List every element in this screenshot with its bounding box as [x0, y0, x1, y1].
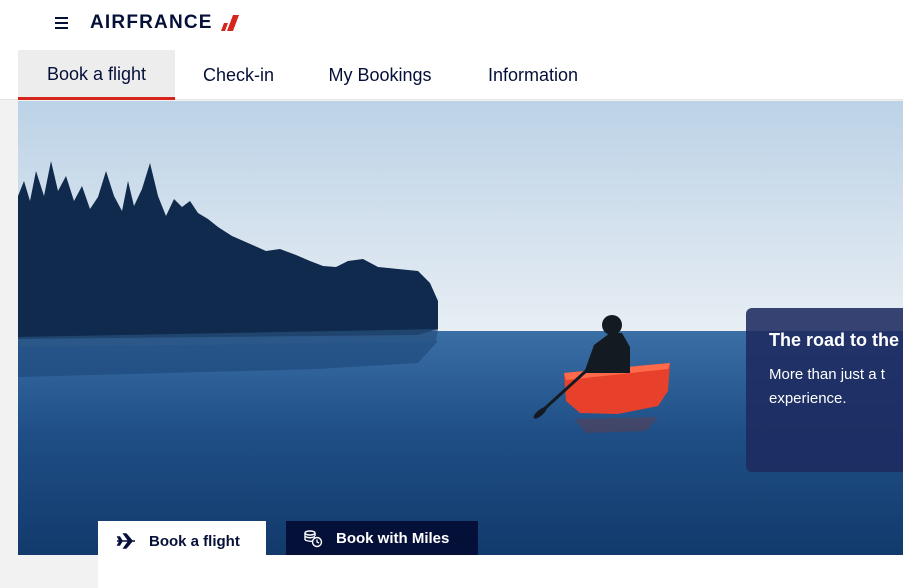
airplane-icon [116, 531, 136, 551]
promo-text-line2: experience. [769, 390, 847, 407]
tab-check-in[interactable]: Check-in [185, 50, 292, 100]
promo-description: More than just a t experience. [769, 363, 903, 411]
page: AIRFRANCE Book a flight Check-in My Book… [0, 0, 903, 588]
main-nav: Book a flight Check-in My Bookings Infor… [0, 50, 903, 100]
site-header: AIRFRANCE [0, 0, 903, 50]
promo-title: The road to the [769, 330, 899, 350]
booking-tab-book-with-miles[interactable]: Book with Miles [286, 521, 478, 555]
tab-book-a-flight[interactable]: Book a flight [18, 50, 175, 100]
tab-my-bookings[interactable]: My Bookings [316, 50, 444, 100]
logo-stripe-icon [220, 15, 239, 31]
booking-tab-label: Book a flight [149, 532, 240, 550]
logo-wordmark: AIRFRANCE [90, 12, 213, 33]
promo-text-line1: More than just a t [769, 366, 885, 383]
tab-information[interactable]: Information [470, 50, 596, 100]
booking-tab-label: Book with Miles [336, 529, 450, 547]
promo-card[interactable]: The road to the More than just a t exper… [746, 308, 903, 472]
airfrance-logo[interactable]: AIRFRANCE [90, 11, 239, 35]
hamburger-menu-icon[interactable] [53, 14, 71, 32]
booking-form-panel [98, 555, 903, 588]
miles-coins-icon [303, 528, 323, 548]
